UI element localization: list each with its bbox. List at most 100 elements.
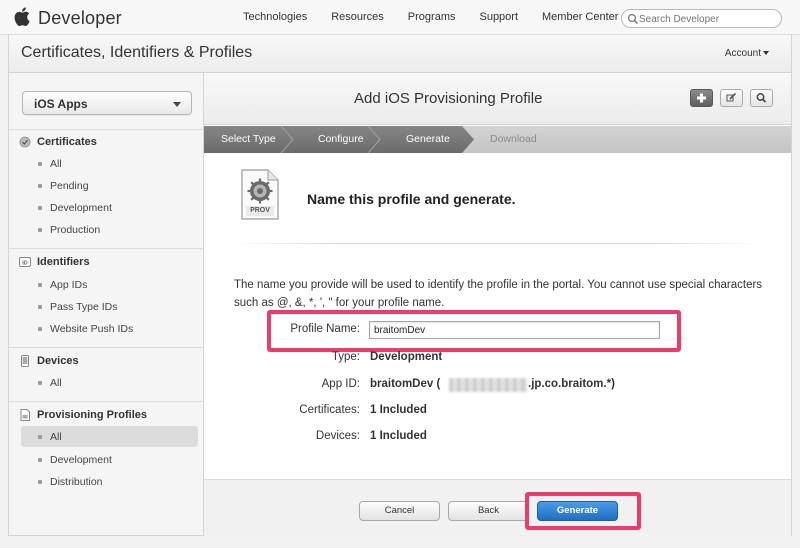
redacted-team-id bbox=[449, 378, 527, 392]
sidebar-item-certificates-all[interactable]: All bbox=[21, 153, 198, 174]
cancel-button[interactable]: Cancel bbox=[359, 501, 440, 521]
main-panel: Add iOS Provisioning Profile Select Type… bbox=[204, 73, 792, 536]
svg-text:ID: ID bbox=[22, 260, 28, 266]
nav-link-resources[interactable]: Resources bbox=[331, 11, 384, 23]
provisioning-profile-icon: PROV bbox=[240, 169, 280, 221]
generate-button[interactable]: Generate bbox=[537, 501, 618, 521]
search-input[interactable] bbox=[639, 12, 777, 26]
panel-header: Add iOS Provisioning Profile bbox=[204, 73, 791, 125]
bullet-icon bbox=[38, 434, 42, 439]
sidebar-item-label: Development bbox=[50, 201, 112, 214]
nav-link-member-center[interactable]: Member Center bbox=[542, 11, 618, 23]
sidebar-item-label: All bbox=[50, 376, 62, 389]
devices-label: Devices: bbox=[315, 430, 360, 442]
sidebar-item-certificates-development[interactable]: Development bbox=[21, 197, 198, 218]
sidebar-section-label: Devices bbox=[37, 355, 79, 367]
section-header: Certificates, Identifiers & Profiles Acc… bbox=[8, 35, 792, 73]
nav-link-support[interactable]: Support bbox=[479, 11, 518, 23]
divider bbox=[9, 401, 204, 402]
type-label: Type: bbox=[331, 351, 360, 363]
step-configure: Configure bbox=[318, 133, 364, 145]
devices-value: 1 Included bbox=[370, 430, 427, 442]
chevron-down-icon[interactable] bbox=[763, 51, 769, 55]
sidebar-section-devices: Devices bbox=[19, 353, 79, 369]
search-icon bbox=[756, 93, 767, 103]
sidebar-section-label: Identifiers bbox=[37, 256, 90, 268]
brand-title[interactable]: Developer bbox=[38, 8, 122, 29]
search-icon bbox=[627, 13, 638, 24]
divider bbox=[234, 243, 761, 244]
bullet-icon bbox=[38, 227, 42, 232]
platform-select[interactable]: iOS Apps bbox=[22, 91, 192, 115]
add-button[interactable] bbox=[690, 89, 713, 107]
sidebar-item-label: All bbox=[50, 430, 62, 443]
sidebar-item-label: Development bbox=[50, 453, 112, 466]
sidebar-item-pass-type-ids[interactable]: Pass Type IDs bbox=[21, 296, 198, 317]
back-button[interactable]: Back bbox=[448, 501, 529, 521]
sidebar-section-identifiers: ID Identifiers bbox=[19, 254, 90, 270]
bullet-icon bbox=[38, 457, 42, 462]
divider bbox=[9, 129, 204, 130]
bullet-icon bbox=[38, 304, 42, 309]
sidebar-item-label: All bbox=[50, 157, 62, 170]
app-id-value: braitomDev ( bbox=[370, 378, 440, 390]
sidebar-item-devices-all[interactable]: All bbox=[21, 372, 198, 393]
account-menu[interactable]: Account bbox=[725, 48, 761, 59]
bullet-icon bbox=[38, 205, 42, 210]
nav-links: Technologies Resources Programs Support … bbox=[243, 11, 642, 23]
sidebar-section-label: Provisioning Profiles bbox=[37, 409, 148, 421]
divider bbox=[9, 347, 204, 348]
nav-link-programs[interactable]: Programs bbox=[408, 11, 456, 23]
sidebar-item-profiles-development[interactable]: Development bbox=[21, 449, 198, 470]
sidebar-section-certificates: Certificates bbox=[19, 134, 97, 150]
certificates-label: Certificates: bbox=[299, 404, 360, 416]
sidebar-section-label: Certificates bbox=[37, 136, 97, 148]
type-value: Development bbox=[370, 351, 443, 363]
device-icon bbox=[21, 355, 29, 367]
sidebar-item-profiles-distribution[interactable]: Distribution bbox=[21, 471, 198, 492]
search-button[interactable] bbox=[750, 89, 773, 107]
profile-icon bbox=[20, 409, 30, 421]
sidebar-item-label: Pass Type IDs bbox=[50, 300, 118, 313]
sidebar-item-certificates-pending[interactable]: Pending bbox=[21, 175, 198, 196]
app-id-suffix: .jp.co.braitom.*) bbox=[528, 378, 615, 390]
plus-icon bbox=[697, 93, 706, 103]
apple-logo-icon[interactable] bbox=[14, 7, 30, 26]
nav-link-technologies[interactable]: Technologies bbox=[243, 11, 307, 23]
chevron-down-icon bbox=[173, 102, 181, 107]
step-select-type: Select Type bbox=[221, 133, 276, 145]
profile-name-label: Profile Name: bbox=[290, 323, 360, 335]
certificates-value: 1 Included bbox=[370, 404, 427, 416]
app-id-label: App ID: bbox=[321, 378, 360, 390]
profile-name-input[interactable] bbox=[369, 321, 660, 339]
sidebar-item-website-push-ids[interactable]: Website Push IDs bbox=[21, 318, 198, 339]
platform-select-value: iOS Apps bbox=[34, 97, 88, 111]
sidebar-item-label: Distribution bbox=[50, 475, 103, 488]
description-text: The name you provide will be used to ide… bbox=[234, 279, 763, 309]
step-download: Download bbox=[490, 133, 537, 145]
sidebar-item-app-ids[interactable]: App IDs bbox=[21, 274, 198, 295]
sidebar-item-certificates-production[interactable]: Production bbox=[21, 219, 198, 240]
sidebar-section-provisioning-profiles: Provisioning Profiles bbox=[19, 407, 147, 423]
sidebar-item-label: Production bbox=[50, 223, 101, 236]
app-id-prefix: braitomDev ( bbox=[370, 378, 441, 390]
panel-title: Add iOS Provisioning Profile bbox=[354, 90, 543, 107]
sidebar-item-label: Website Push IDs bbox=[50, 322, 134, 335]
page-title: Certificates, Identifiers & Profiles bbox=[21, 44, 253, 61]
panel-footer: Cancel Back Generate bbox=[204, 479, 791, 536]
bullet-icon bbox=[38, 479, 42, 484]
prov-icon-label: PROV bbox=[250, 207, 270, 214]
sidebar-item-profiles-all[interactable]: All bbox=[21, 426, 198, 447]
search-box[interactable] bbox=[621, 9, 782, 28]
bullet-icon bbox=[38, 282, 42, 287]
edit-button[interactable] bbox=[720, 89, 743, 107]
edit-icon bbox=[726, 92, 737, 102]
bullet-icon bbox=[38, 183, 42, 188]
sidebar-item-label: Pending bbox=[50, 179, 89, 192]
sidebar-item-label: App IDs bbox=[50, 278, 88, 291]
bullet-icon bbox=[38, 161, 42, 166]
step-generate: Generate bbox=[406, 133, 450, 145]
bullet-icon bbox=[38, 380, 42, 385]
sidebar: iOS Apps Certificates All Pending Develo… bbox=[8, 73, 204, 536]
section-heading: Name this profile and generate. bbox=[307, 191, 516, 207]
